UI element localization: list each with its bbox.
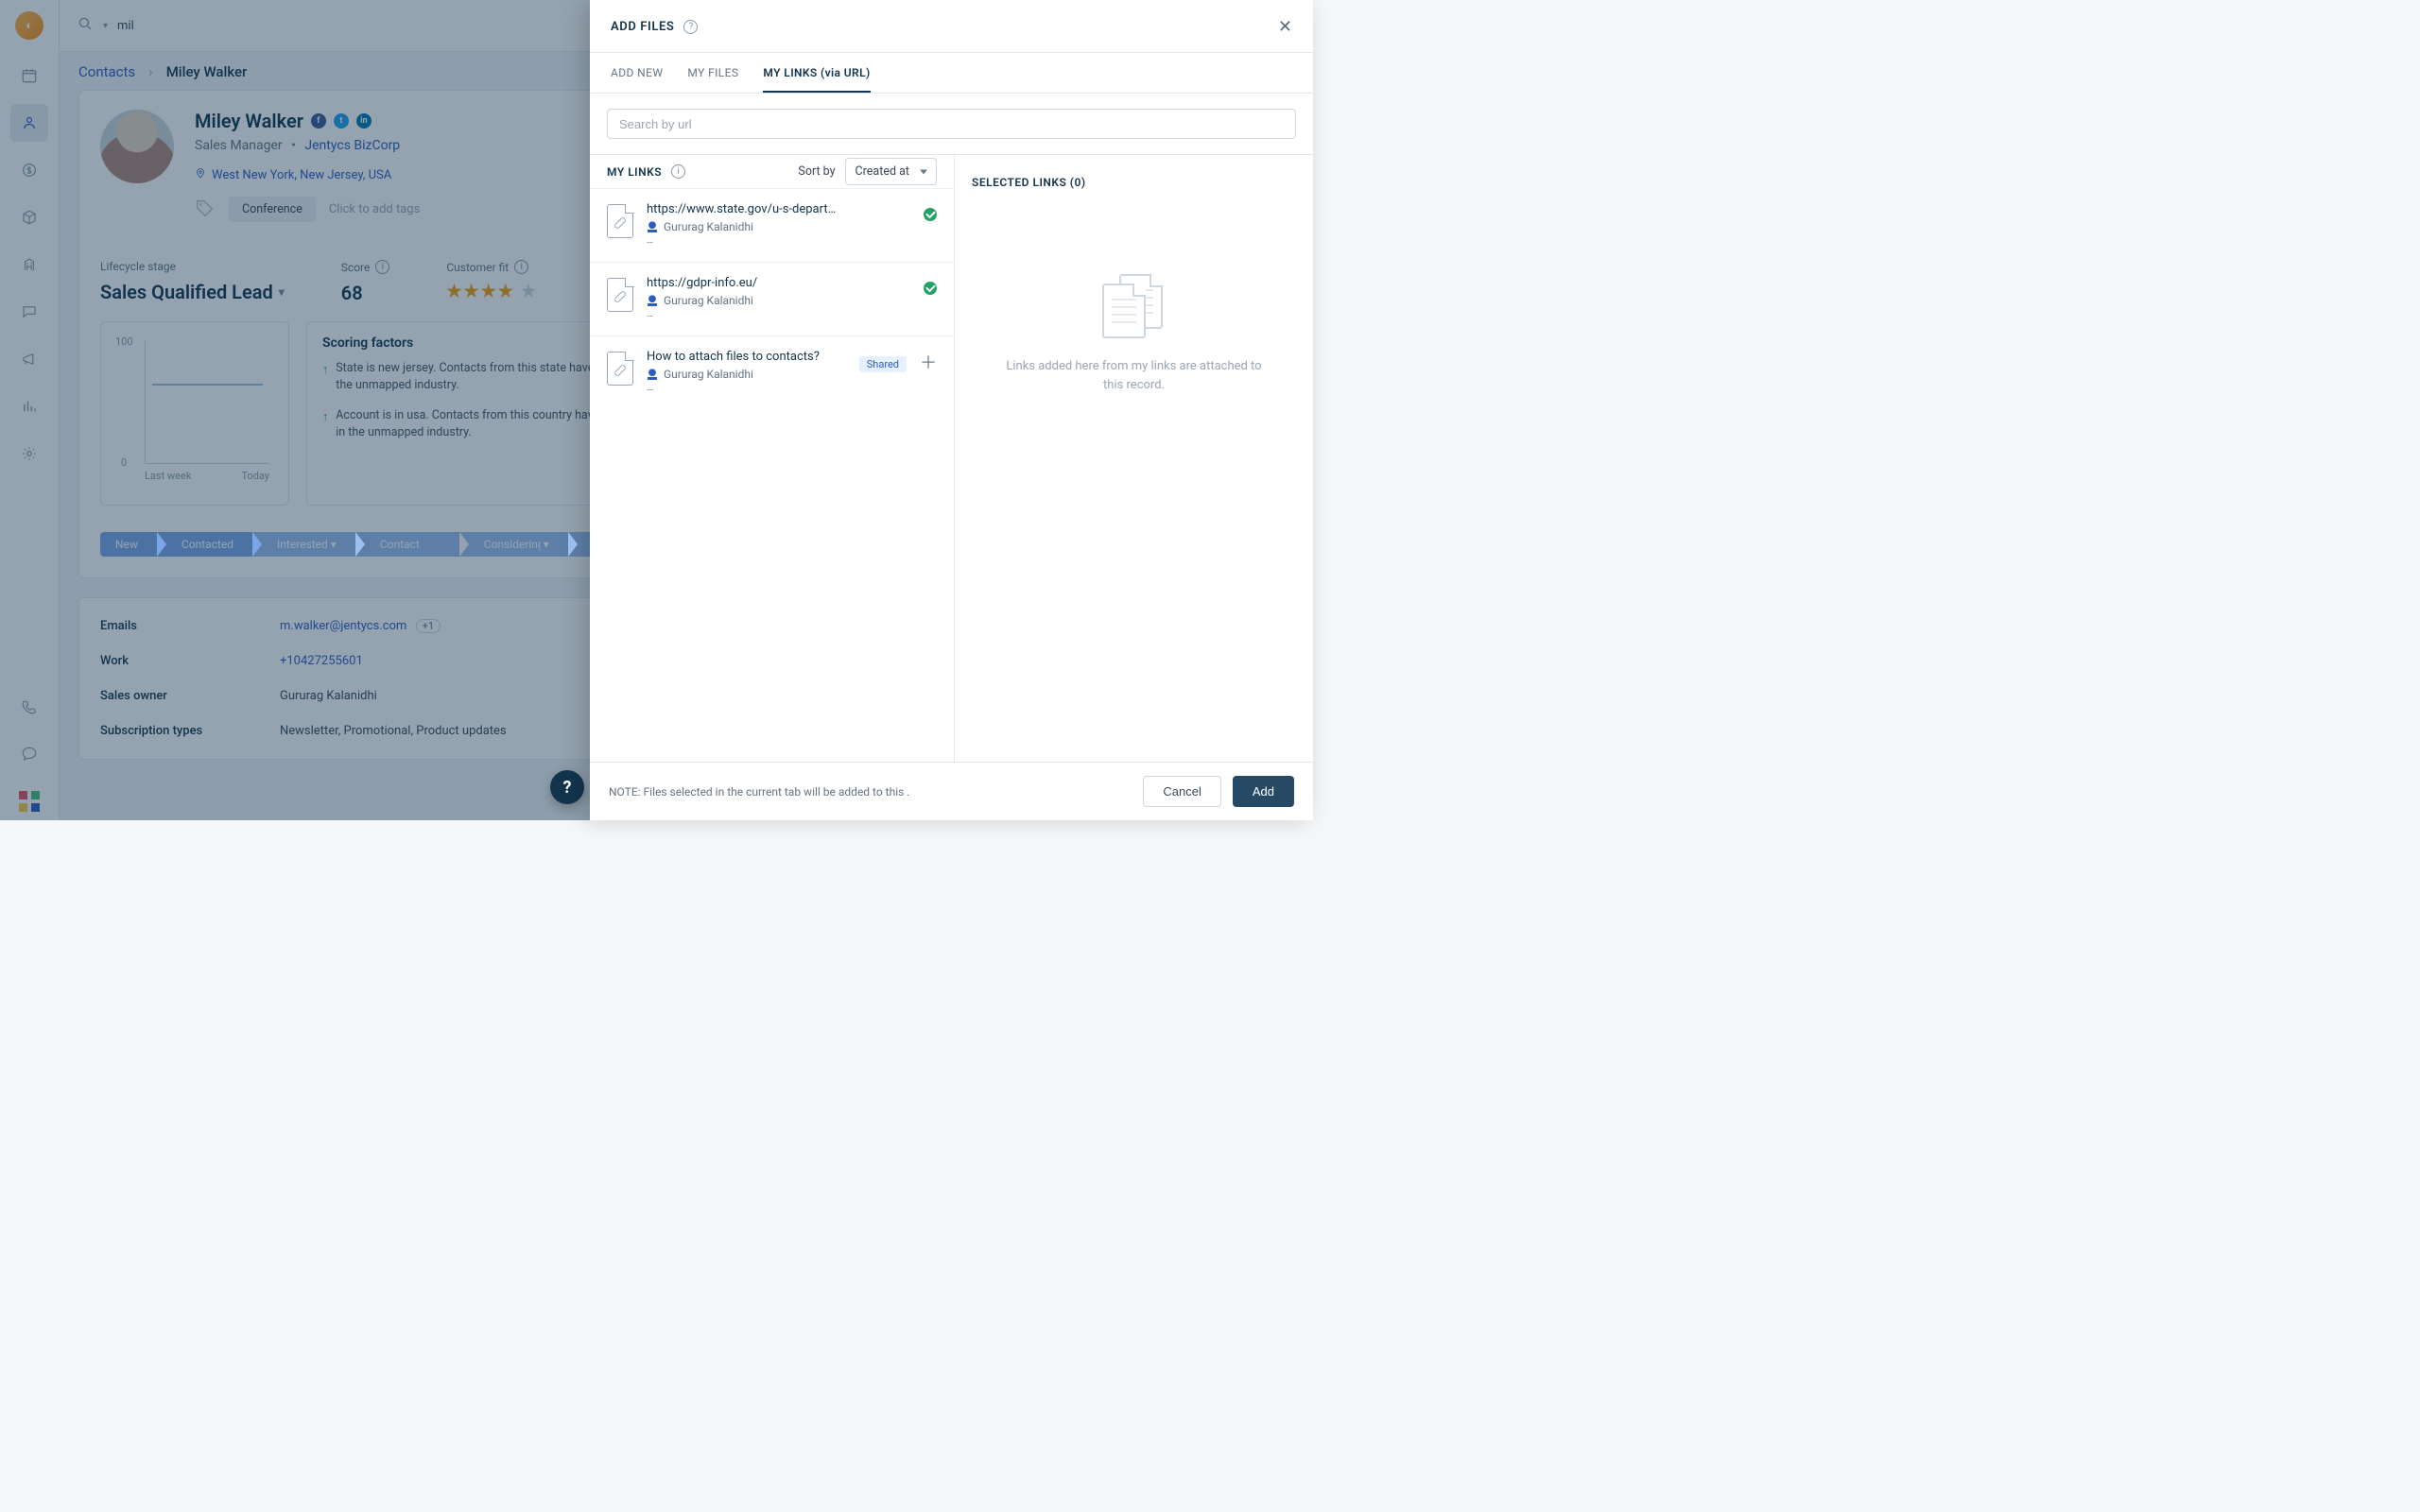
link-row[interactable]: https://www.state.gov/u-s-depart… Gurura… (590, 188, 954, 262)
file-link-icon (607, 278, 633, 312)
add-button[interactable]: Add (1233, 776, 1294, 807)
link-title: https://gdpr-info.eu/ (647, 276, 892, 290)
info-icon[interactable]: i (671, 164, 685, 179)
modal-tabs: ADD NEW MY FILES MY LINKS (via URL) (590, 52, 1313, 94)
tab-my-files[interactable]: MY FILES (687, 53, 738, 93)
tab-add-new[interactable]: ADD NEW (611, 53, 663, 93)
empty-state-text: Links added here from my links are attac… (972, 357, 1296, 394)
modal-title: ADD FILES (611, 20, 674, 34)
link-sub: -- (647, 309, 910, 322)
shared-badge: Shared (859, 356, 907, 372)
selected-links-heading: SELECTED LINKS (0) (972, 176, 1296, 189)
link-owner: Gururag Kalanidhi (664, 220, 753, 233)
cancel-button[interactable]: Cancel (1143, 776, 1220, 807)
link-title: How to attach files to contacts? (647, 350, 846, 364)
owner-icon (647, 369, 658, 380)
my-links-heading: MY LINKS (607, 165, 662, 179)
close-icon[interactable]: ✕ (1278, 17, 1292, 37)
owner-icon (647, 295, 658, 306)
footer-note: NOTE: Files selected in the current tab … (609, 785, 909, 799)
link-sub: -- (647, 383, 846, 396)
file-link-icon (607, 352, 633, 386)
link-title: https://www.state.gov/u-s-depart… (647, 202, 892, 216)
owner-icon (647, 221, 658, 232)
search-url-input[interactable] (607, 109, 1296, 139)
info-icon[interactable]: ? (683, 20, 698, 34)
link-sub: -- (647, 235, 910, 249)
check-ok-icon (924, 208, 937, 221)
tab-my-links[interactable]: MY LINKS (via URL) (763, 53, 870, 93)
link-owner: Gururag Kalanidhi (664, 368, 753, 381)
help-fab[interactable]: ? (550, 770, 584, 804)
empty-state-illustration (1097, 274, 1172, 340)
link-row[interactable]: How to attach files to contacts? Gururag… (590, 335, 954, 409)
add-link-button[interactable]: ＋ (920, 355, 937, 372)
file-link-icon (607, 204, 633, 238)
link-row[interactable]: https://gdpr-info.eu/ Gururag Kalanidhi … (590, 262, 954, 335)
link-list: https://www.state.gov/u-s-depart… Gurura… (590, 188, 954, 409)
sort-by-label: Sort by (798, 164, 835, 179)
link-owner: Gururag Kalanidhi (664, 294, 753, 307)
sort-select[interactable]: Created at (845, 158, 937, 185)
check-ok-icon (924, 282, 937, 295)
add-files-modal: ADD FILES ? ✕ ADD NEW MY FILES MY LINKS … (590, 0, 1313, 820)
